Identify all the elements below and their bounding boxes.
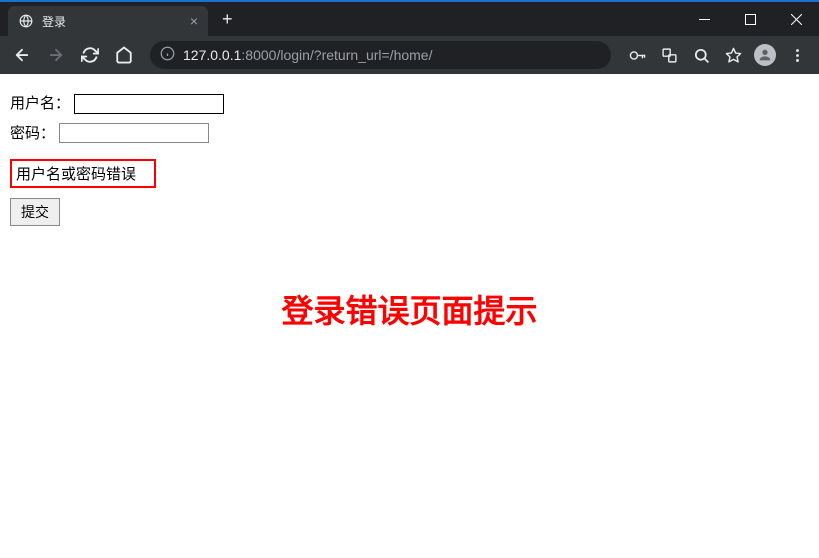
browser-toolbar: 127.0.0.1:8000/login/?return_url=/home/: [0, 36, 819, 74]
submit-button[interactable]: 提交: [10, 198, 60, 226]
home-button[interactable]: [110, 41, 138, 69]
username-label: 用户名：: [10, 95, 70, 112]
url-host: 127.0.0.1: [183, 47, 241, 63]
minimize-button[interactable]: [681, 4, 727, 34]
info-icon[interactable]: [160, 46, 175, 64]
window-controls: [681, 4, 819, 34]
browser-window: 登录 × +: [0, 0, 819, 558]
menu-icon[interactable]: [783, 41, 811, 69]
address-bar[interactable]: 127.0.0.1:8000/login/?return_url=/home/: [150, 41, 611, 69]
forward-button[interactable]: [42, 41, 70, 69]
profile-avatar[interactable]: [751, 41, 779, 69]
username-row: 用户名：: [10, 92, 809, 114]
password-row: 密码：: [10, 122, 809, 144]
error-message-box: 用户名或密码错误: [10, 159, 156, 188]
toolbar-right-icons: [623, 41, 811, 69]
maximize-button[interactable]: [727, 4, 773, 34]
browser-tab[interactable]: 登录 ×: [8, 6, 208, 36]
tab-title: 登录: [42, 13, 182, 30]
annotation-text: 登录错误页面提示: [10, 286, 809, 332]
close-window-button[interactable]: [773, 4, 819, 34]
submit-row: 提交: [10, 198, 809, 226]
password-input[interactable]: [59, 123, 209, 143]
key-icon[interactable]: [623, 41, 651, 69]
reload-button[interactable]: [76, 41, 104, 69]
star-icon[interactable]: [719, 41, 747, 69]
url-port: :8000: [241, 47, 276, 63]
username-input[interactable]: [74, 94, 224, 114]
new-tab-button[interactable]: +: [208, 9, 247, 30]
back-button[interactable]: [8, 41, 36, 69]
close-tab-icon[interactable]: ×: [190, 13, 198, 29]
globe-icon: [18, 13, 34, 29]
titlebar: 登录 × +: [0, 2, 819, 36]
url-path: /login/?return_url=/home/: [276, 47, 432, 63]
search-icon[interactable]: [687, 41, 715, 69]
url-text: 127.0.0.1:8000/login/?return_url=/home/: [183, 47, 432, 63]
translate-icon[interactable]: [655, 41, 683, 69]
avatar-icon: [754, 44, 776, 66]
page-content: 用户名： 密码： 用户名或密码错误 提交 登录错误页面提示: [0, 74, 819, 558]
error-message-text: 用户名或密码错误: [16, 166, 136, 183]
password-label: 密码：: [10, 125, 55, 142]
